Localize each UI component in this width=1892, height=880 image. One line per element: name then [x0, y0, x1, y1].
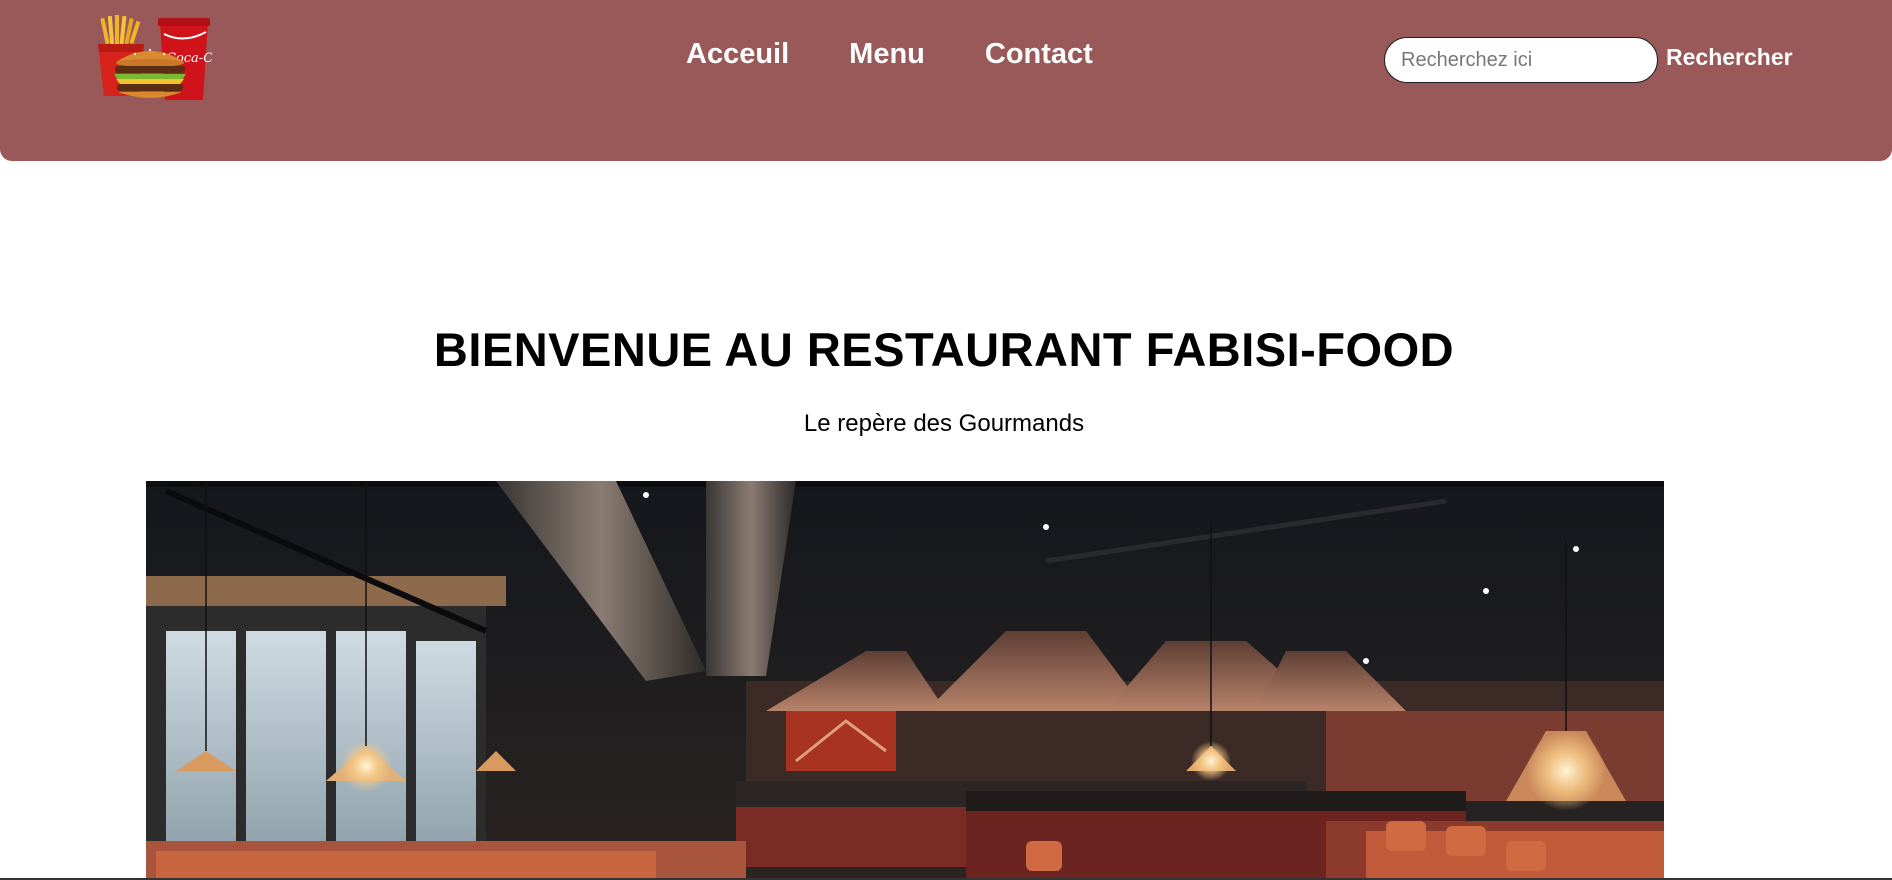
search-input[interactable]	[1384, 37, 1658, 83]
page-title: BIENVENUE AU RESTAURANT FABISI-FOOD	[433, 323, 1455, 376]
page-subtitle: Le repère des Gourmands	[803, 410, 1085, 437]
nav-link-acceuil[interactable]: Acceuil	[686, 38, 789, 71]
nav-link-contact[interactable]: Contact	[985, 38, 1093, 71]
search-button[interactable]: Rechercher	[1666, 44, 1793, 71]
site-header: Coca-Cola Acceuil Menu Contact Recherc	[0, 0, 1892, 161]
page: Coca-Cola Acceuil Menu Contact Recherc	[0, 0, 1892, 880]
main-nav: Acceuil Menu Contact	[686, 38, 1093, 71]
nav-link-menu[interactable]: Menu	[849, 38, 925, 71]
burger-fries-cola-logo[interactable]: Coca-Cola	[90, 14, 212, 106]
restaurant-interior-photo	[146, 481, 1664, 880]
